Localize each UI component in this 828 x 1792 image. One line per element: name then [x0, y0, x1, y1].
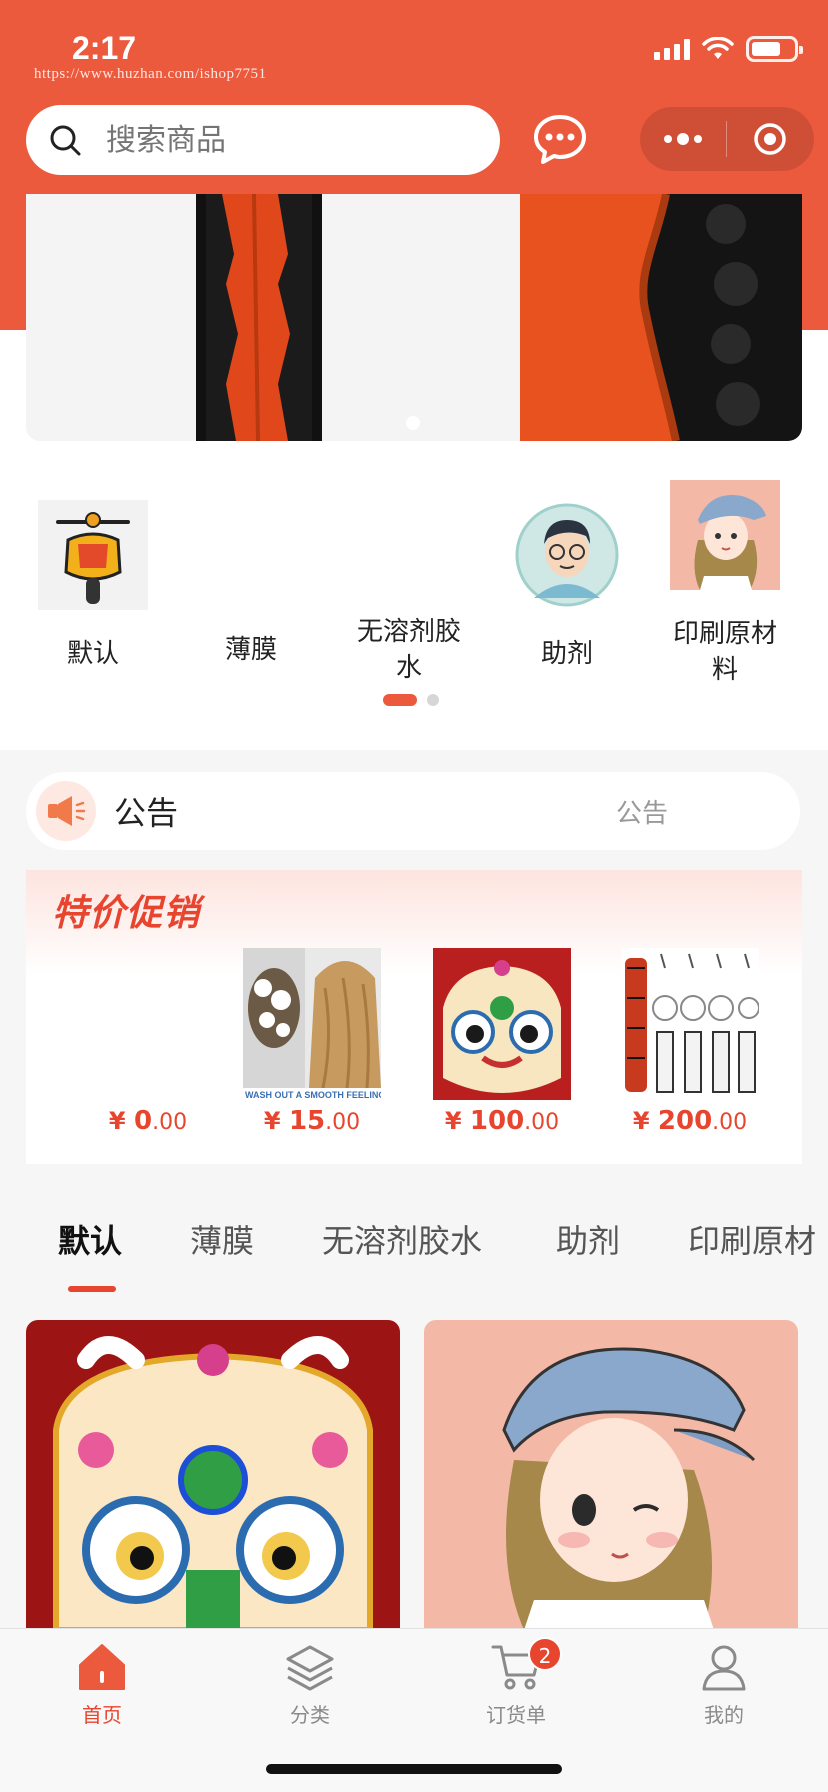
signal-icon — [654, 38, 690, 60]
promo-image-hair: WASH OUT A SMOOTH FEELING — [243, 948, 385, 1100]
category-tabs: 默认 薄膜 无溶剂胶水 助剂 印刷原材 — [0, 1196, 828, 1288]
banner-image — [26, 194, 802, 441]
tab-underline — [68, 1286, 116, 1292]
notice-bar[interactable]: 公告 公告 — [26, 772, 800, 850]
page-dot-active — [383, 694, 417, 706]
category-item-additive[interactable]: 助剂 — [502, 500, 632, 672]
promo-item[interactable]: WASH OUT A SMOOTH FEELING — [242, 948, 385, 1104]
layers-icon — [286, 1645, 334, 1691]
tab-solventless-glue[interactable]: 无溶剂胶水 — [322, 1216, 482, 1262]
scooter-icon — [38, 500, 148, 610]
watermark-url: https://www.huzhan.com/ishop7751 — [34, 66, 267, 82]
mini-program-capsule — [640, 107, 814, 171]
status-time: 2:17 — [72, 30, 137, 66]
category-item-film[interactable]: 薄膜 — [186, 500, 316, 668]
promo-caption: WASH OUT A SMOOTH FEELING — [245, 1090, 381, 1100]
nav-label: 订货单 — [486, 1703, 546, 1727]
category-item-printing-material[interactable]: 印刷原材料 — [660, 480, 790, 688]
cart-badge: 2 — [528, 1637, 562, 1671]
close-target-icon[interactable] — [727, 107, 813, 171]
notice-text: 公告 — [616, 798, 669, 829]
category-label: 默认 — [66, 639, 119, 669]
avatar-girl-icon — [670, 480, 780, 590]
tab-additive[interactable]: 助剂 — [556, 1216, 620, 1262]
category-image-empty — [354, 500, 464, 610]
promo-price: ¥ 0.00 — [108, 1106, 188, 1136]
promotion-title: 特价促销 — [52, 893, 201, 934]
category-label: 助剂 — [540, 639, 593, 669]
nav-item-order[interactable]: 订货单 2 — [456, 1637, 576, 1728]
nav-label: 分类 — [290, 1703, 330, 1727]
notice-title: 公告 — [114, 794, 179, 832]
promo-image-robot-parts — [621, 948, 760, 1100]
nav-item-home[interactable]: 首页 — [42, 1641, 162, 1728]
product-image-lion — [26, 1320, 400, 1630]
more-icon[interactable] — [640, 107, 726, 171]
promo-image-lion — [433, 948, 571, 1100]
nav-label: 首页 — [82, 1703, 122, 1727]
category-label: 印刷原材料 — [672, 619, 777, 685]
megaphone-icon — [36, 781, 96, 841]
search-icon — [50, 125, 81, 156]
promo-price: ¥ 200.00 — [632, 1106, 748, 1136]
category-item-default[interactable]: 默认 — [28, 500, 158, 672]
tab-film[interactable]: 薄膜 — [190, 1216, 254, 1262]
category-label: 无溶剂胶水 — [356, 617, 461, 683]
promo-price: ¥ 100.00 — [444, 1106, 560, 1136]
product-card[interactable] — [424, 1320, 798, 1630]
category-page-indicator — [383, 694, 439, 706]
home-indicator — [266, 1764, 562, 1774]
tab-default[interactable]: 默认 — [58, 1216, 122, 1262]
tab-printing-material[interactable]: 印刷原材 — [688, 1216, 816, 1262]
search-bar[interactable] — [26, 105, 500, 175]
page-dot — [427, 694, 439, 706]
category-grid: 默认 薄膜 无溶剂胶水 助剂 印刷原材料 — [0, 480, 828, 690]
chat-icon[interactable] — [532, 112, 588, 168]
banner-indicator-dot — [406, 416, 420, 430]
category-image-empty — [196, 500, 306, 610]
product-image-girl — [424, 1320, 798, 1630]
status-bar: 2:17 https://www.huzhan.com/ishop7751 — [0, 0, 828, 92]
nav-label: 我的 — [704, 1703, 744, 1727]
user-icon — [702, 1645, 746, 1691]
nav-item-mine[interactable]: 我的 — [664, 1641, 784, 1728]
promo-item[interactable] — [620, 948, 760, 1104]
battery-level — [752, 42, 780, 56]
promo-item[interactable] — [78, 948, 218, 1100]
status-icons — [654, 36, 803, 62]
home-icon — [79, 1644, 125, 1690]
promo-price: ¥ 15.00 — [263, 1106, 361, 1136]
category-item-solventless-glue[interactable]: 无溶剂胶水 — [344, 500, 474, 686]
promo-item[interactable] — [432, 948, 572, 1104]
avatar-man-icon — [515, 503, 619, 607]
search-input[interactable] — [106, 122, 466, 158]
nav-item-category[interactable]: 分类 — [250, 1641, 370, 1728]
category-label: 薄膜 — [224, 635, 277, 665]
wifi-icon — [702, 37, 734, 59]
promo-image-empty — [79, 948, 217, 1100]
promotion-section: 特价促销 ¥ 0.00 WASH OUT A SMOOTH FEELING ¥ … — [26, 870, 802, 1164]
battery-icon — [746, 36, 803, 62]
banner-carousel[interactable] — [26, 194, 802, 441]
product-card[interactable] — [26, 1320, 400, 1630]
